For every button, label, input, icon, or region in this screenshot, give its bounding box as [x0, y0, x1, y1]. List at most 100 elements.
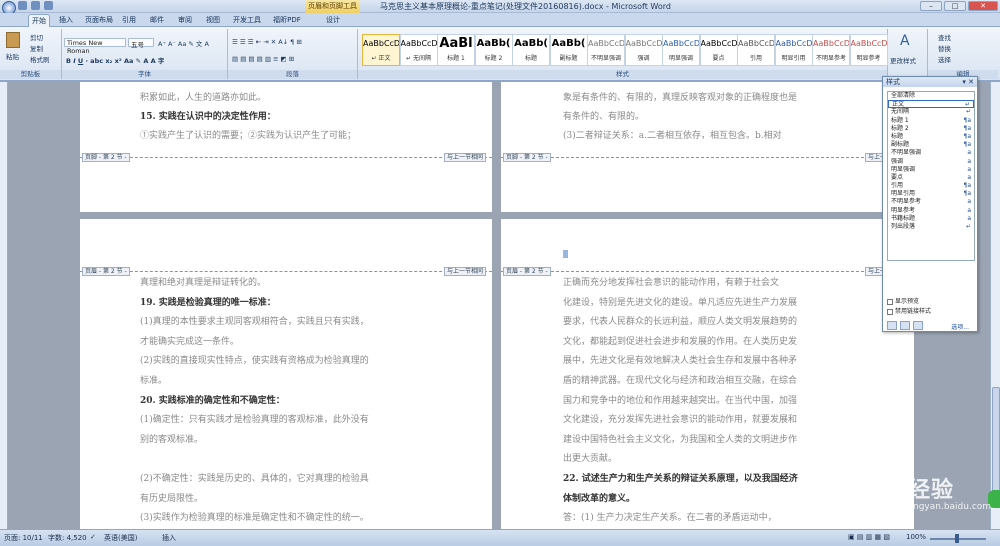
- select-button[interactable]: 选择: [938, 54, 951, 64]
- text-line: 20. 实践标准的确定性和不确定性：: [140, 395, 285, 406]
- scrollbar-thumb[interactable]: [992, 387, 1000, 507]
- style-sample: AaBbCcDd: [775, 39, 812, 48]
- undo-icon[interactable]: [31, 1, 40, 10]
- style-name: ↵ 无间隔: [406, 55, 431, 62]
- page-bottom-left[interactable]: 页眉 - 第 2 节 - 与上一节相同 真理和绝对真理是辩证转化的。 19. 实践…: [80, 219, 492, 529]
- style-gallery-item[interactable]: AaBbCcDd ↵ 正文: [362, 34, 400, 66]
- style-gallery-item[interactable]: AaBbCcDd 要点: [699, 34, 738, 66]
- zoom-slider-handle[interactable]: [955, 534, 959, 543]
- styles-list-item[interactable]: 标题 ¶a: [888, 133, 974, 141]
- language-status[interactable]: 英语(美国): [104, 533, 137, 543]
- styles-list-item[interactable]: 不明显参考 a: [888, 198, 974, 206]
- style-sample: AaBb(: [476, 38, 511, 49]
- style-type-icon: a: [967, 214, 971, 222]
- font-name-select[interactable]: Times New Roman: [64, 38, 126, 55]
- tab-review[interactable]: 审阅: [176, 14, 194, 27]
- align-icons[interactable]: ▤ ▤ ▤ ▤ ▥ ≡ ◩ ⊞: [232, 55, 294, 63]
- text-line: 积累如此，人生的道路亦如此。: [140, 93, 267, 103]
- styles-list-item[interactable]: 无间隔 ↵: [888, 108, 974, 116]
- text-line: 才能确实完成这一条件。: [140, 336, 240, 347]
- styles-list-item[interactable]: 不明显强调 a: [888, 149, 974, 157]
- page-bottom-right[interactable]: 页眉 - 第 2 节 - 与上一节相同 正确而充分地发挥社会意识的能动作用，有赖…: [501, 219, 914, 529]
- insert-mode[interactable]: 插入: [162, 533, 176, 543]
- close-button[interactable]: ✕: [968, 1, 998, 11]
- style-gallery-item[interactable]: AaBbCcDd 引用: [737, 34, 775, 66]
- replace-button[interactable]: 替换: [938, 43, 951, 53]
- styles-list-item[interactable]: 要点 a: [888, 174, 974, 182]
- style-sample: AaBbCcDd: [813, 39, 849, 48]
- style-gallery-item[interactable]: AaBb(标题 2: [474, 34, 513, 66]
- text-line: 建设中国特色社会主义文化，为我国和全人类的文明进步作: [563, 434, 798, 445]
- copy-button[interactable]: 复制: [30, 43, 43, 53]
- status-bar: 页面: 10/11 字数: 4,520 ✓ 英语(美国) 插入 ▣ ▤ ▥ ▦ …: [0, 529, 1000, 546]
- text-line: 19. 实践是检验真理的唯一标准：: [140, 297, 276, 308]
- style-gallery-item[interactable]: AaBbCcDd 明显引用: [774, 34, 813, 66]
- style-gallery-item[interactable]: AaBbCcDd 明显强调: [662, 34, 700, 66]
- redo-icon[interactable]: [44, 1, 53, 10]
- styles-list-item[interactable]: 书籍标题 a: [888, 215, 974, 223]
- tab-mailings[interactable]: 邮件: [148, 14, 166, 27]
- new-style-icon[interactable]: [887, 321, 897, 330]
- tab-foxit-pdf[interactable]: 福昕PDF: [270, 14, 304, 27]
- style-gallery-item[interactable]: AaBl 标题 1: [437, 34, 475, 66]
- font-size-select[interactable]: 五号: [128, 38, 154, 49]
- styles-list-item[interactable]: 明显参考 a: [888, 207, 974, 215]
- style-gallery-item[interactable]: AaBbCcDd 强调: [624, 34, 663, 66]
- disable-linked-checkbox[interactable]: 禁用链接样式: [887, 306, 931, 315]
- grow-font-icon[interactable]: A⁺ A⁻ Aa ✎ 文 A: [158, 38, 209, 48]
- styles-list-item[interactable]: 列出段落 ↵: [888, 223, 974, 231]
- find-button[interactable]: 查找: [938, 32, 951, 42]
- list-icons[interactable]: ☰ ☰ ☰ ⇤ ⇥ ✕ A↓ ¶ ⊞: [232, 38, 302, 46]
- style-item-name: 副标题: [891, 141, 910, 149]
- style-gallery-item[interactable]: AaBbCcDd 不明显强调: [587, 34, 625, 66]
- tab-view[interactable]: 视图: [204, 14, 222, 27]
- options-link[interactable]: 选项...: [951, 322, 969, 331]
- page-top-left[interactable]: 积累如此，人生的道路亦如此。 15. 实践在认识中的决定性作用： ①实践产生了认识…: [80, 82, 492, 212]
- style-name: 明显强调: [668, 55, 693, 62]
- proofing-icon[interactable]: ✓: [90, 533, 96, 541]
- tab-page-layout[interactable]: 页面布局: [84, 14, 114, 27]
- tab-references[interactable]: 引用: [120, 14, 138, 27]
- style-type-icon: ↵: [965, 108, 971, 116]
- style-inspector-icon[interactable]: [900, 321, 910, 330]
- cut-button[interactable]: 剪切: [30, 32, 43, 42]
- styles-list-item[interactable]: 标题 1 ¶a: [888, 117, 974, 125]
- tab-home[interactable]: 开始: [28, 14, 50, 27]
- page-top-right[interactable]: 象是有条件的、有限的，真理反映客观对象的正确程度也是 有条件的、有限的。 (3)二…: [501, 82, 914, 212]
- tab-design[interactable]: 设计: [322, 14, 344, 27]
- save-icon[interactable]: [18, 1, 27, 10]
- format-painter-button[interactable]: 格式刷: [30, 54, 50, 64]
- style-gallery-item[interactable]: AaBbCcDd 明显参考: [849, 34, 888, 66]
- style-gallery-item[interactable]: AaBb(标题: [512, 34, 550, 66]
- view-buttons[interactable]: ▣ ▤ ▥ ▦ ▧: [848, 533, 890, 541]
- style-gallery-item[interactable]: AaBbCcDd ↵ 无间隔: [399, 34, 438, 66]
- styles-list-item[interactable]: 明显强调 a: [888, 166, 974, 174]
- style-name: 强调: [637, 55, 650, 62]
- change-styles-button[interactable]: 更改样式: [890, 55, 916, 65]
- tab-insert[interactable]: 插入: [56, 14, 76, 27]
- style-sample: AaBbCcDd: [588, 39, 624, 48]
- context-tool-title: 页眉和页脚工具: [305, 0, 360, 13]
- style-gallery-item[interactable]: AaBb(副标题: [549, 34, 588, 66]
- paste-icon[interactable]: [6, 32, 20, 48]
- word-count[interactable]: 字数: 4,520: [48, 533, 87, 543]
- minimize-button[interactable]: –: [920, 1, 942, 11]
- manage-styles-icon[interactable]: [913, 321, 923, 330]
- styles-list-item[interactable]: 全部清除: [888, 92, 974, 100]
- show-preview-checkbox[interactable]: 显示预览: [887, 296, 919, 305]
- zoom-level[interactable]: 100%: [906, 533, 926, 541]
- styles-list-item[interactable]: 标题 2 ¶a: [888, 125, 974, 133]
- style-gallery-item[interactable]: AaBbCcDd 不明显参考: [812, 34, 850, 66]
- maximize-button[interactable]: □: [944, 1, 966, 11]
- paste-button[interactable]: 粘贴: [6, 51, 19, 61]
- page-count[interactable]: 页面: 10/11: [4, 533, 43, 543]
- styles-list-item[interactable]: 强调 a: [888, 158, 974, 166]
- quick-access-toolbar: [18, 1, 53, 10]
- tab-developer[interactable]: 开发工具: [232, 14, 262, 27]
- pane-close-icon[interactable]: ▾ ✕: [962, 77, 974, 87]
- change-styles-icon[interactable]: A: [900, 33, 910, 49]
- vertical-scrollbar[interactable]: [990, 82, 1000, 529]
- style-name: ↵ 正文: [371, 55, 391, 62]
- bold-icon[interactable]: B I U · abc x₂ x² Aa ✎ A A 字: [66, 55, 164, 65]
- style-name: 引用: [749, 55, 762, 62]
